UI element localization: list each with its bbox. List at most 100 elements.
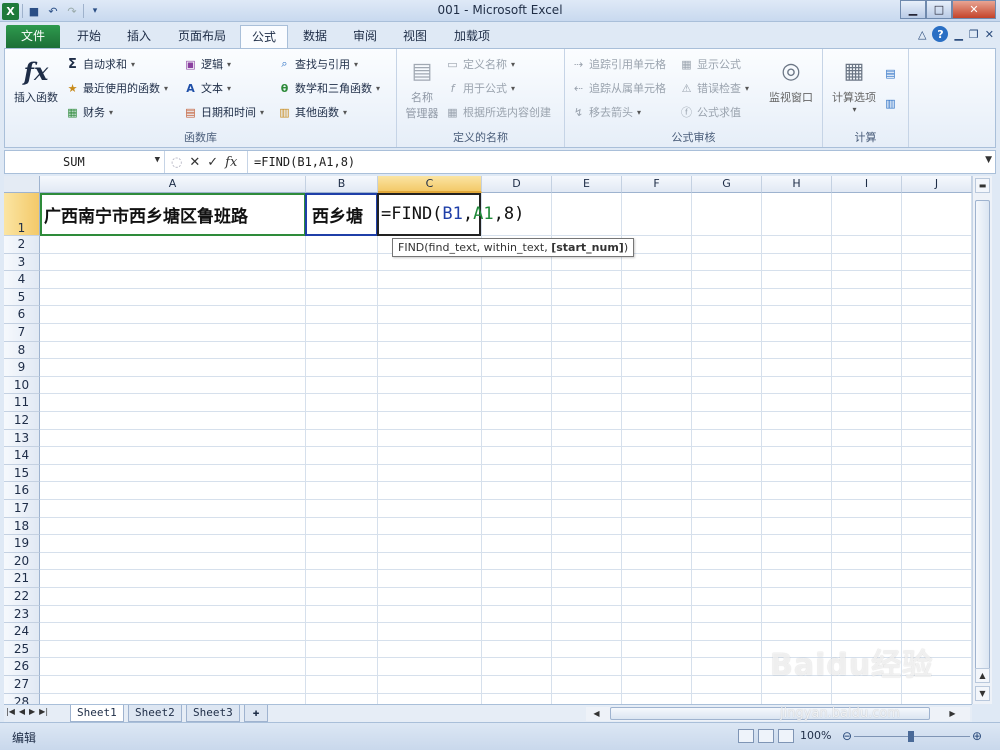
next-sheet-icon[interactable]: ▶	[29, 707, 35, 716]
scroll-up-icon[interactable]: ▲	[975, 668, 990, 683]
row-header-16[interactable]: 16	[4, 482, 40, 500]
insert-function-icon[interactable]: fx	[225, 155, 237, 170]
row-header-9[interactable]: 9	[4, 359, 40, 377]
help-icon[interactable]: ?	[932, 26, 949, 42]
row-header-19[interactable]: 19	[4, 535, 40, 553]
calculate-sheet-button[interactable]: ▥	[883, 93, 898, 113]
collapse-ribbon-icon[interactable]: △	[918, 28, 926, 41]
show-formulas-button[interactable]: ▦ 显示公式	[679, 54, 741, 74]
row-header-3[interactable]: 3	[4, 253, 40, 272]
prev-sheet-icon[interactable]: ◀	[19, 707, 25, 716]
more-functions-button[interactable]: ▥ 其他函数 ▾	[277, 102, 347, 122]
column-header-j[interactable]: J	[902, 176, 972, 193]
doc-close-icon[interactable]: ✕	[985, 28, 994, 41]
scroll-left-icon[interactable]: ◀	[590, 707, 603, 720]
vertical-scroll-thumb[interactable]	[975, 200, 990, 680]
spreadsheet-grid[interactable]: ABCDEFGHIJ 1 2 3 4 5 6 7 8 9 10 11 12 13 14 15 16 17 18 19…	[4, 176, 972, 704]
row-header-24[interactable]: 24	[4, 623, 40, 641]
doc-restore-icon[interactable]: ❐	[969, 28, 979, 41]
split-box-icon[interactable]: ▬	[975, 178, 990, 193]
cell-c1[interactable]: =FIND(B1, A1,8)	[381, 193, 524, 235]
tab-formulas[interactable]: 公式	[240, 25, 288, 48]
row-header-17[interactable]: 17	[4, 500, 40, 518]
cell-b1[interactable]: 西乡塘	[312, 193, 363, 235]
name-box[interactable]: SUM ▼	[5, 151, 165, 173]
calculation-options-button[interactable]: ▦ 计算选项 ▾	[825, 55, 883, 115]
row-header-1[interactable]: 1	[4, 193, 40, 236]
column-header-f[interactable]: F	[622, 176, 692, 193]
row-header-4[interactable]: 4	[4, 271, 40, 289]
create-from-selection-button[interactable]: ▦ 根据所选内容创建	[445, 102, 551, 122]
page-layout-view-icon[interactable]	[758, 729, 774, 743]
column-header-i[interactable]: I	[832, 176, 902, 193]
select-all-corner[interactable]	[4, 176, 40, 193]
sheet-tab-2[interactable]: Sheet2	[128, 705, 182, 722]
column-header-b[interactable]: B	[306, 176, 378, 193]
maximize-button[interactable]: □	[926, 0, 952, 19]
insert-function-button[interactable]: fx 插入函数	[9, 55, 63, 105]
row-header-8[interactable]: 8	[4, 341, 40, 360]
error-checking-button[interactable]: ⚠ 错误检查 ▾	[679, 78, 749, 98]
row-header-22[interactable]: 22	[4, 588, 40, 606]
lookup-reference-button[interactable]: ⌕ 查找与引用 ▾	[277, 54, 358, 74]
sheet-tab-3[interactable]: Sheet3	[186, 705, 240, 722]
horizontal-scrollbar[interactable]: ◀ ▶	[586, 707, 970, 721]
row-header-25[interactable]: 25	[4, 640, 40, 659]
financial-button[interactable]: ▦ 财务 ▾	[65, 102, 113, 122]
calculate-now-button[interactable]: ▤	[883, 63, 898, 83]
vertical-scrollbar[interactable]: ▬ ▲ ▼	[972, 176, 992, 704]
expand-formula-bar-icon[interactable]: ▼	[985, 155, 992, 165]
zoom-slider[interactable]: ⊖ ⊕	[842, 729, 982, 743]
use-in-formula-button[interactable]: f 用于公式 ▾	[445, 78, 515, 98]
sheet-tab-1[interactable]: Sheet1	[70, 705, 124, 722]
row-header-13[interactable]: 13	[4, 429, 40, 448]
cancel-entry-icon[interactable]: ✕	[189, 155, 200, 170]
logical-button[interactable]: ▣ 逻辑 ▾	[183, 54, 231, 74]
row-header-20[interactable]: 20	[4, 552, 40, 571]
minimize-button[interactable]: ▁	[900, 0, 926, 19]
row-header-7[interactable]: 7	[4, 324, 40, 342]
row-header-26[interactable]: 26	[4, 658, 40, 676]
row-header-27[interactable]: 27	[4, 676, 40, 694]
tab-home[interactable]: 开始	[66, 25, 112, 48]
trace-precedents-button[interactable]: ⇢ 追踪引用单元格	[571, 54, 666, 74]
row-header-12[interactable]: 12	[4, 412, 40, 430]
page-break-view-icon[interactable]	[778, 729, 794, 743]
trace-dependents-button[interactable]: ⇠ 追踪从属单元格	[571, 78, 666, 98]
date-time-button[interactable]: ▤ 日期和时间 ▾	[183, 102, 264, 122]
tab-page-layout[interactable]: 页面布局	[168, 25, 236, 48]
doc-minimize-icon[interactable]: ▁	[954, 28, 962, 41]
function-argument-tooltip[interactable]: FIND(find_text, within_text, [start_num]…	[392, 238, 635, 257]
insert-sheet-icon[interactable]: ✚	[244, 705, 268, 722]
column-header-g[interactable]: G	[692, 176, 762, 193]
scroll-right-icon[interactable]: ▶	[946, 707, 959, 720]
row-header-28[interactable]: 28	[4, 693, 40, 704]
watch-window-button[interactable]: ◎ 监视窗口	[763, 55, 819, 105]
name-manager-button[interactable]: ▤ 名称 管理器	[401, 55, 443, 121]
zoom-level[interactable]: 100%	[800, 729, 831, 742]
last-sheet-icon[interactable]: ▶|	[39, 707, 48, 716]
normal-view-icon[interactable]	[738, 729, 754, 743]
row-header-23[interactable]: 23	[4, 605, 40, 624]
formula-input[interactable]: =FIND(B1,A1,8)	[247, 151, 975, 173]
tab-view[interactable]: 视图	[392, 25, 438, 48]
zoom-in-icon[interactable]: ⊕	[972, 729, 982, 743]
row-header-6[interactable]: 6	[4, 306, 40, 324]
tab-file[interactable]: 文件	[6, 25, 60, 48]
cell-a1[interactable]: 广西南宁市西乡塘区鲁班路	[44, 193, 248, 235]
tab-add-ins[interactable]: 加载项	[442, 25, 502, 48]
remove-arrows-button[interactable]: ↯ 移去箭头 ▾	[571, 102, 641, 122]
column-header-c[interactable]: C	[378, 176, 482, 193]
row-header-11[interactable]: 11	[4, 394, 40, 412]
row-header-5[interactable]: 5	[4, 288, 40, 307]
autosum-button[interactable]: Σ 自动求和 ▾	[65, 54, 135, 74]
row-header-14[interactable]: 14	[4, 447, 40, 465]
column-header-h[interactable]: H	[762, 176, 832, 193]
zoom-knob[interactable]	[908, 731, 914, 742]
close-button[interactable]: ✕	[952, 0, 996, 19]
text-button[interactable]: A 文本 ▾	[183, 78, 231, 98]
tab-review[interactable]: 审阅	[342, 25, 388, 48]
evaluate-formula-button[interactable]: ⓕ 公式求值	[679, 102, 741, 122]
column-header-a[interactable]: A	[40, 176, 306, 193]
row-header-10[interactable]: 10	[4, 376, 40, 395]
